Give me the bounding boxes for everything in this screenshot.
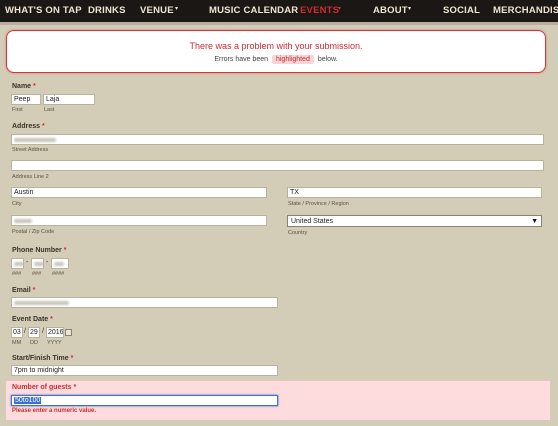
nav-divider xyxy=(0,22,558,25)
first-name-input[interactable]: Peep xyxy=(11,94,41,105)
first-name-sub: First xyxy=(12,107,23,113)
nav-about[interactable]: About xyxy=(373,5,408,17)
nav-venue[interactable]: Venue xyxy=(140,5,174,17)
name-label-text: Name xyxy=(12,83,32,90)
address-label-text: Address xyxy=(12,123,41,130)
date-slash: / xyxy=(24,328,26,335)
required-marker: * xyxy=(33,83,36,90)
date-sub-day: DD xyxy=(30,340,38,346)
guests-label: Number of guests * xyxy=(12,384,76,391)
events-caret-icon[interactable]: ▾ xyxy=(338,5,341,12)
email-label-text: Email xyxy=(12,287,31,294)
nav-whats-on-tap[interactable]: What's On Tap xyxy=(5,5,82,17)
dropdown-arrow-icon: ▼ xyxy=(531,218,538,225)
phone-sub-area: ### xyxy=(12,271,22,277)
state-sub: State / Province / Region xyxy=(288,201,349,207)
error-line-suffix: below. xyxy=(317,56,338,63)
event-year-input[interactable]: 2016 xyxy=(46,327,64,338)
top-nav: What's On Tap Drinks Venue ▾ Music Calen… xyxy=(0,0,558,22)
postal-code-input[interactable] xyxy=(11,215,267,226)
required-marker: * xyxy=(73,384,77,391)
phone-prefix-input[interactable] xyxy=(31,258,44,269)
phone-sub-line: #### xyxy=(52,271,65,277)
event-day-input[interactable]: 29 xyxy=(28,327,40,338)
name-label: Name * xyxy=(12,83,36,90)
date-sub-month: MM xyxy=(12,340,22,346)
country-select-value: United States xyxy=(291,218,334,225)
nav-social[interactable]: Social xyxy=(443,5,480,17)
error-summary-box: There was a problem with your submission… xyxy=(6,30,546,73)
nav-drinks[interactable]: Drinks xyxy=(88,5,126,17)
country-sub: Country xyxy=(288,230,308,236)
error-summary-title: There was a problem with your submission… xyxy=(189,41,363,51)
calendar-icon[interactable] xyxy=(65,329,72,336)
last-name-sub: Last xyxy=(44,107,55,113)
address-label: Address * xyxy=(12,123,45,130)
email-input[interactable] xyxy=(11,297,278,308)
required-marker: * xyxy=(70,355,74,362)
nav-merchandise[interactable]: Merchandise xyxy=(493,5,558,17)
guests-label-text: Number of guests xyxy=(12,384,72,391)
phone-area-input[interactable] xyxy=(11,258,24,269)
last-name-input[interactable]: Laja xyxy=(43,94,95,105)
street-address-input[interactable] xyxy=(11,134,544,145)
street-address-sub: Street Address xyxy=(12,147,49,153)
event-month-input[interactable]: 03 xyxy=(11,327,23,338)
phone-label: Phone Number * xyxy=(12,247,66,254)
error-highlight-badge: highlighted xyxy=(271,55,314,64)
phone-dash: - xyxy=(46,259,49,266)
city-sub: City xyxy=(12,201,22,207)
postal-code-sub: Postal / Zip Code xyxy=(12,229,55,235)
email-label: Email * xyxy=(12,287,35,294)
venue-caret-icon[interactable]: ▾ xyxy=(175,5,178,12)
error-summary-line: Errors have been highlighted below. xyxy=(7,55,545,64)
date-slash: / xyxy=(42,328,44,335)
guests-input[interactable]: 50to100 xyxy=(11,395,278,406)
date-sub-year: YYYY xyxy=(47,340,62,346)
address-line2-input[interactable] xyxy=(11,160,544,171)
country-select[interactable]: United States ▼ xyxy=(287,215,542,227)
phone-line-input[interactable] xyxy=(51,258,69,269)
phone-sub-prefix: ### xyxy=(32,271,42,277)
time-label: Start/Finish Time * xyxy=(12,355,73,362)
nav-events[interactable]: Events xyxy=(300,5,339,17)
time-label-text: Start/Finish Time xyxy=(12,355,69,362)
state-input[interactable]: TX xyxy=(287,187,542,198)
city-input[interactable]: Austin xyxy=(11,187,267,198)
phone-label-text: Phone Number xyxy=(12,247,62,254)
nav-music-calendar[interactable]: Music Calendar xyxy=(209,5,298,17)
guests-error-message: Please enter a numeric value. xyxy=(12,408,97,414)
required-marker: * xyxy=(41,123,45,130)
phone-dash: - xyxy=(26,259,29,266)
required-marker: * xyxy=(63,247,67,254)
required-marker: * xyxy=(50,316,53,323)
address-line2-sub: Address Line 2 xyxy=(12,174,49,180)
event-date-label: Event Date * xyxy=(12,316,53,323)
about-caret-icon[interactable]: ▾ xyxy=(408,5,411,12)
required-marker: * xyxy=(32,287,36,294)
event-date-label-text: Event Date xyxy=(12,316,49,323)
guests-input-value: 50to100 xyxy=(14,397,42,404)
start-finish-time-input[interactable]: 7pm to midnight xyxy=(11,365,278,376)
error-line-prefix: Errors have been xyxy=(214,56,269,63)
